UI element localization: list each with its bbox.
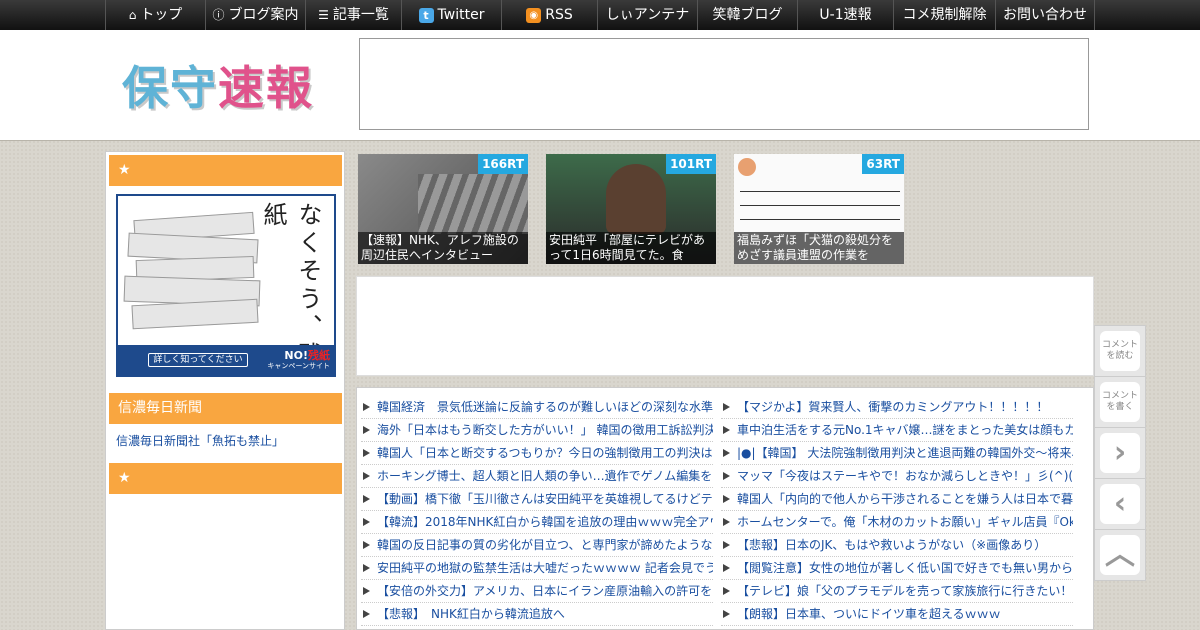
- nav-article-list[interactable]: ☰ 記事一覧: [305, 0, 401, 30]
- list-item[interactable]: |●|【韓国】 大法院強制徴用判決と進退両難の韓国外交～将来、: [721, 442, 1073, 465]
- sidebar-link[interactable]: 信濃毎日新聞社「魚拓も禁止」: [116, 432, 284, 449]
- list-item[interactable]: 【動画】橋下徹「玉川徹さんは安田純平を英雄視してるけどテ: [361, 488, 713, 511]
- list-item[interactable]: 【テレビ】娘「父のプラモデルを売って家族旅行に行きたい！: [721, 580, 1073, 603]
- sidebar-title: ★: [109, 463, 342, 494]
- nav-label: RSS: [545, 7, 573, 23]
- list-item[interactable]: 車中泊生活をする元No.1キャバ嬢…謎をまとった美女は顔もカ: [721, 419, 1073, 442]
- nav-top[interactable]: ⌂ トップ: [105, 0, 205, 30]
- zanshi-campaign-banner[interactable]: なくそう、残紙 詳しく知ってください NO!残紙 キャンペーンサイト: [116, 194, 336, 377]
- list-item[interactable]: 【朗報】日本車、ついにドイツ車を超えるｗｗｗ: [721, 603, 1073, 626]
- write-comment-label: コメントを書く: [1100, 382, 1140, 422]
- nav-rss[interactable]: ◉ RSS: [501, 0, 597, 30]
- list-item[interactable]: マッマ「今夜はステーキやで！おなか減らしときや！」彡(^)(^: [721, 465, 1073, 488]
- list-item[interactable]: 海外「日本はもう断交した方がいい！」 韓国の徴用工訴訟判決: [361, 419, 713, 442]
- rt-badge: 101RT: [666, 154, 716, 174]
- nav-label: U-1速報: [819, 7, 872, 23]
- sidebar-title-shinano: 信濃毎日新聞: [109, 393, 342, 424]
- rss-icon: ◉: [526, 7, 542, 23]
- thumb-image: [606, 164, 666, 234]
- nav-label: トップ: [140, 7, 183, 23]
- content-ad-slot: [356, 276, 1094, 376]
- thumb-caption: 福島みずほ「犬猫の殺処分をめざす議員連盟の作業を: [734, 232, 904, 264]
- nav-label: コメ規制解除: [902, 7, 987, 23]
- thumb-image: [418, 174, 528, 234]
- nav-u1[interactable]: U-1速報: [797, 0, 893, 30]
- thumb-article[interactable]: 166RT 【速報】NHK、アレフ施設の周辺住民へインタビュー: [358, 154, 528, 264]
- article-list: 韓国経済 景気低迷論に反論するのが難しいほどの深刻な水準 海外「日本はもう断交し…: [356, 387, 1094, 630]
- home-icon: ⌂: [128, 8, 137, 22]
- header: 保守速報: [0, 30, 1200, 141]
- nav-contact[interactable]: お問い合わせ: [995, 0, 1095, 30]
- list-item[interactable]: 韓国経済 景気低迷論に反論するのが難しいほどの深刻な水準: [361, 396, 713, 419]
- avatar: [738, 158, 756, 176]
- list-item[interactable]: ホーキング博士、超人類と旧人類の争い…遺作でゲノム編集を: [361, 465, 713, 488]
- banner-sub: キャンペーンサイト: [267, 362, 330, 370]
- nav-label: お問い合わせ: [1003, 7, 1087, 23]
- logo-part2: 速報: [218, 61, 314, 115]
- chevron-up-icon: ︿: [1105, 537, 1135, 572]
- thumb-article[interactable]: 101RT 安田純平「部屋にテレビがあって1日6時間見てた。食: [546, 154, 716, 264]
- newspaper-stack-image: [123, 206, 274, 336]
- chevron-left-icon: ‹: [1113, 486, 1127, 521]
- nav-label: しぃアンテナ: [605, 7, 690, 23]
- article-list-left: 韓国経済 景気低迷論に反論するのが難しいほどの深刻な水準 海外「日本はもう断交し…: [361, 396, 713, 626]
- rt-badge: 63RT: [862, 154, 904, 174]
- read-comments-button[interactable]: コメントを読む: [1094, 325, 1146, 377]
- info-icon: ⓘ: [212, 8, 225, 22]
- sidebar-title: ★: [109, 155, 342, 186]
- nav-comment-unban[interactable]: コメ規制解除: [893, 0, 995, 30]
- nav-antenna[interactable]: しぃアンテナ: [597, 0, 697, 30]
- next-article-button[interactable]: ›: [1094, 427, 1146, 479]
- list-item[interactable]: 【閲覧注意】女性の地位が著しく低い国で好きでも無い男から: [721, 557, 1073, 580]
- top-nav: ⌂ トップ ⓘ ブログ案内 ☰ 記事一覧 t Twitter ◉ RSS しぃアンテナ 笑…: [0, 0, 1200, 30]
- header-ad-slot: [359, 38, 1089, 130]
- scroll-top-button[interactable]: ︿: [1094, 529, 1146, 581]
- list-item[interactable]: 韓国人「日本と断交するつもりか？今日の強制徴用工の判決は: [361, 442, 713, 465]
- write-comment-button[interactable]: コメントを書く: [1094, 376, 1146, 428]
- list-item[interactable]: 【悲報】日本のJK、もはや救いようがない（※画像あり）: [721, 534, 1073, 557]
- banner-footer: 詳しく知ってください NO!残紙 キャンペーンサイト: [118, 345, 334, 375]
- read-comments-label: コメントを読む: [1100, 331, 1140, 371]
- prev-article-button[interactable]: ‹: [1094, 478, 1146, 530]
- thumb-article[interactable]: 63RT 福島みずほ「犬猫の殺処分をめざす議員連盟の作業を: [734, 154, 904, 264]
- nav-shokan-blog[interactable]: 笑韓ブログ: [697, 0, 797, 30]
- list-item[interactable]: 【マジかよ】賀来賢人、衝撃のカミングアウト！！！！！: [721, 396, 1073, 419]
- rt-badge: 166RT: [478, 154, 528, 174]
- nav-blog-guide[interactable]: ⓘ ブログ案内: [205, 0, 305, 30]
- sidebar: ★ なくそう、残紙 詳しく知ってください NO!残紙 キャンペーンサイト 信濃毎…: [105, 151, 345, 630]
- nav-label: 笑韓ブログ: [712, 7, 783, 23]
- list-item[interactable]: 安田純平の地獄の監禁生活は大嘘だったｗｗｗｗ 記者会見でう: [361, 557, 713, 580]
- twitter-icon: t: [418, 7, 434, 23]
- nav-label: 記事一覧: [332, 7, 389, 23]
- list-item[interactable]: 韓国人「内向的で他人から干渉されることを嫌う人は日本で暮: [721, 488, 1073, 511]
- site-logo[interactable]: 保守速報: [122, 52, 314, 118]
- thumb-caption: 【速報】NHK、アレフ施設の周辺住民へインタビュー: [358, 232, 528, 264]
- nav-twitter[interactable]: t Twitter: [401, 0, 501, 30]
- list-icon: ☰: [318, 8, 329, 22]
- nav-label: Twitter: [437, 7, 485, 23]
- banner-more-button[interactable]: 詳しく知ってください: [148, 353, 248, 367]
- list-item[interactable]: 韓国の反日記事の質の劣化が目立つ、と専門家が諦めたような: [361, 534, 713, 557]
- logo-part1: 保守: [122, 61, 218, 115]
- list-item[interactable]: ホームセンターで。俺「木材のカットお願い」ギャル店員『Ok: [721, 511, 1073, 534]
- chevron-right-icon: ›: [1113, 435, 1127, 470]
- list-item[interactable]: 【韓流】2018年NHK紅白から韓国を追放の理由ｗｗｗ完全アウ: [361, 511, 713, 534]
- list-item[interactable]: 【安倍の外交力】アメリカ、日本にイラン産原油輸入の許可を: [361, 580, 713, 603]
- thumb-caption: 安田純平「部屋にテレビがあって1日6時間見てた。食: [546, 232, 716, 264]
- list-item[interactable]: 【悲報】 NHK紅白から韓流追放へ: [361, 603, 713, 626]
- article-list-right: 【マジかよ】賀来賢人、衝撃のカミングアウト！！！！！ 車中泊生活をする元No.1…: [721, 396, 1073, 626]
- thumb-image: [740, 188, 900, 232]
- nav-label: ブログ案内: [228, 7, 299, 23]
